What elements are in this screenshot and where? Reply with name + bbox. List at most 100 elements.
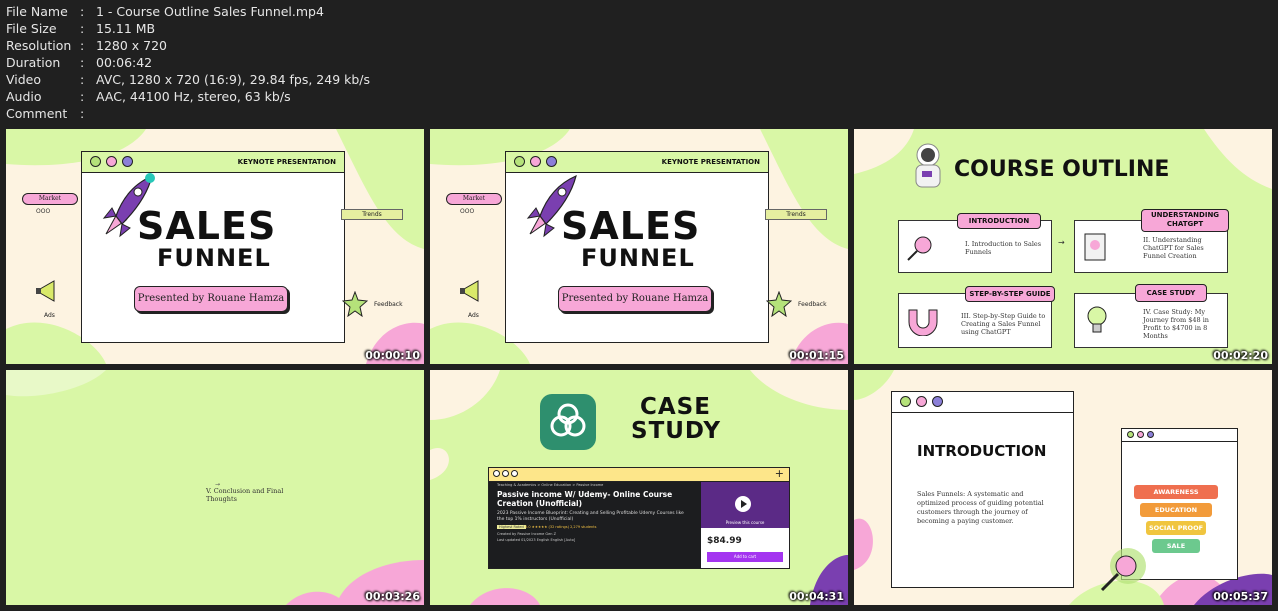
resolution-value: 1280 x 720 (96, 38, 168, 53)
funnel-stage-sale: SALE (1152, 539, 1200, 553)
play-icon[interactable] (735, 496, 751, 512)
outline-card-1: INTRODUCTION I. Introduction to Sales Fu… (898, 213, 1052, 273)
udemy-screenshot: + Teaching & Academics > Online Educatio… (488, 467, 790, 569)
star-icon (766, 291, 792, 317)
card-text: II. Understanding ChatGPT for Sales Funn… (1143, 236, 1204, 260)
separator: : (80, 4, 85, 19)
window-dot-green (900, 396, 911, 407)
header-label: KEYNOTE PRESENTATION (237, 158, 336, 166)
window-titlebar: KEYNOTE PRESENTATION (82, 152, 344, 173)
timestamp: 00:03:26 (365, 590, 420, 603)
breadcrumb: Teaching & Academics > Online Education … (497, 483, 604, 487)
duration-key: Duration (6, 55, 61, 70)
outline-card-2: UNDERSTANDING CHATGPT II. Understanding … (1074, 209, 1229, 273)
window-dot-pink (530, 156, 541, 167)
separator: : (80, 89, 85, 104)
video-value: AVC, 1280 x 720 (16:9), 29.84 fps, 249 k… (96, 72, 371, 87)
window-dot-green (1127, 431, 1134, 438)
slide-title: COURSE OUTLINE (954, 157, 1170, 182)
title-line-1: SALES (561, 204, 701, 248)
outline-card-4: CASE STUDY IV. Case Study: My Journey fr… (1074, 284, 1228, 348)
chatgpt-logo-icon (540, 394, 596, 450)
preview-label: Preview this course (725, 520, 765, 525)
updated-text: Last updated 01/2023 English English [Au… (497, 538, 576, 542)
intro-text: Sales Funnels: A systematic and optimize… (917, 490, 1044, 525)
presentation-window: KEYNOTE PRESENTATION SALES FUNNEL Presen… (81, 151, 345, 343)
magnifier-icon (907, 236, 932, 261)
file-name-row: File Name:1 - Course Outline Sales Funne… (6, 3, 370, 20)
card-label: CASE STUDY (1135, 284, 1207, 302)
header-label: KEYNOTE PRESENTATION (661, 158, 760, 166)
case-title-2: STUDY (631, 418, 722, 444)
lightbulb-icon (1087, 306, 1107, 333)
chatgpt-knot-icon (550, 403, 586, 437)
thumbnail-2[interactable]: KEYNOTE PRESENTATION SALES FUNNEL Presen… (430, 129, 848, 364)
thumbnail-4[interactable]: → V. Conclusion and Final Thoughts 00:03… (6, 370, 424, 605)
add-to-cart-button[interactable]: Add to cart (707, 552, 783, 562)
window-dot-pink (106, 156, 117, 167)
magnifier-icon (1100, 548, 1146, 592)
course-subtitle: 2023 Passive Income Blueprint: Creating … (497, 511, 684, 522)
file-name-key: File Name (6, 4, 68, 19)
separator: : (80, 38, 85, 53)
window-dot-purple (122, 156, 133, 167)
thumbnail-1[interactable]: KEYNOTE PRESENTATION SALES FUNNEL Presen… (6, 129, 424, 364)
file-size-key: File Size (6, 21, 57, 36)
browser-dot (493, 470, 500, 477)
presenter-pill: Presented by Rouane Hamza (134, 286, 288, 312)
window-dot-green (90, 156, 101, 167)
window-titlebar (1122, 429, 1237, 442)
audio-key: Audio (6, 89, 42, 104)
title-line-2: FUNNEL (157, 244, 271, 272)
created-by: Created by Passive Income Gen Z (497, 532, 557, 536)
card-label: INTRODUCTION (957, 213, 1041, 229)
conclusion-text: V. Conclusion and Final Thoughts (206, 487, 284, 503)
duration-value: 00:06:42 (96, 55, 153, 70)
thumbnail-5[interactable]: CASE STUDY + Teaching & Academics > Onli… (430, 370, 848, 605)
timestamp: 00:02:20 (1213, 349, 1268, 362)
preview-video[interactable]: Preview this course (701, 482, 789, 528)
card-label: STEP-BY-STEP GUIDE (965, 286, 1055, 302)
ads-label: Ads (44, 312, 55, 319)
astronaut-icon (915, 143, 941, 188)
window-dot-purple (546, 156, 557, 167)
thumbnail-3[interactable]: COURSE OUTLINE INTRODUCTION I. Introduct… (854, 129, 1272, 364)
dots-label: OOO (460, 208, 475, 215)
megaphone-icon (36, 280, 55, 302)
file-size-row: File Size:15.11 MB (6, 20, 370, 37)
window-dot-pink (1137, 431, 1144, 438)
presentation-window: KEYNOTE PRESENTATION SALES FUNNEL Presen… (505, 151, 769, 343)
presenter-pill: Presented by Rouane Hamza (558, 286, 712, 312)
title-line-2: FUNNEL (581, 244, 695, 272)
arrow-icon: → (1058, 238, 1065, 247)
timestamp: 00:00:10 (365, 349, 420, 362)
course-title: Passive income W/ Udemy- Online Course C… (497, 490, 673, 508)
course-price: $84.99 (707, 536, 742, 546)
card-text: III. Step-by-Step Guide to Creating a Sa… (961, 312, 1046, 336)
window-dot-purple (932, 396, 943, 407)
window-dot-pink (916, 396, 927, 407)
case-title-1: CASE (640, 394, 711, 420)
timestamp: 00:05:37 (1213, 590, 1268, 603)
timestamp: 00:01:15 (789, 349, 844, 362)
ads-label: Ads (468, 312, 479, 319)
card-text: I. Introduction to Sales Funnels (965, 240, 1042, 256)
purchase-panel: Preview this course $84.99 Add to cart (701, 482, 789, 568)
card-label: UNDERSTANDING CHATGPT (1141, 209, 1229, 232)
video-key: Video (6, 72, 42, 87)
play-triangle-icon (741, 500, 747, 508)
megaphone-icon (460, 280, 479, 302)
window-dot-green (514, 156, 525, 167)
window-titlebar: KEYNOTE PRESENTATION (506, 152, 768, 173)
thumbnail-6[interactable]: INTRODUCTION Sales Funnels: A systematic… (854, 370, 1272, 605)
title-line-1: SALES (137, 204, 277, 248)
file-name-value: 1 - Course Outline Sales Funnel.mp4 (96, 4, 324, 19)
plus-icon[interactable]: + (775, 467, 784, 480)
rating-badge: Highest Rated (497, 525, 526, 529)
resolution-key: Resolution (6, 38, 72, 53)
market-tag: Market (446, 193, 502, 205)
timestamp: 00:04:31 (789, 590, 844, 603)
file-size-value: 15.11 MB (96, 21, 156, 36)
feedback-label: Feedback (798, 301, 827, 308)
video-row: Video: AVC, 1280 x 720 (16:9), 29.84 fps,… (6, 71, 370, 88)
